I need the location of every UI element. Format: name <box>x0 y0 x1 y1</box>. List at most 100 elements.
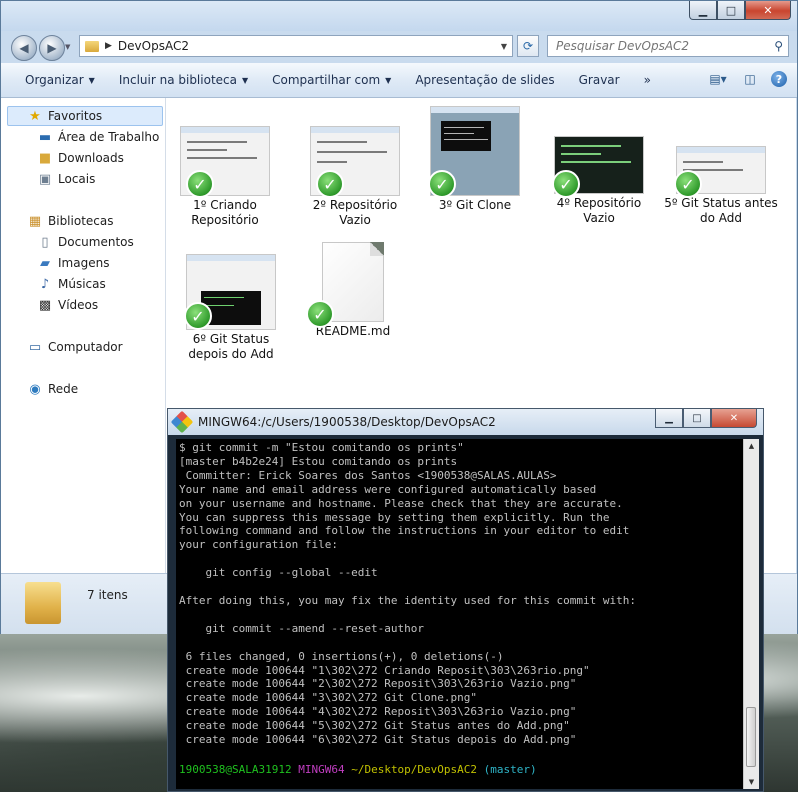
view-controls: ▤▾ ◫ ? <box>707 69 787 89</box>
chevron-down-icon: ▼ <box>241 75 249 85</box>
nav-label: Imagens <box>58 256 110 270</box>
nav-item-libraries[interactable]: ▦ Bibliotecas <box>27 211 114 231</box>
navigation-bar: ◀ ▶ ▼ ▶ DevOpsAC2 ▼ ⟳ ⚲ <box>1 31 797 63</box>
share-menu[interactable]: Compartilhar com ▼ <box>260 73 403 87</box>
terminal-close-button[interactable]: ✕ <box>711 409 757 428</box>
forward-button[interactable]: ▶ <box>39 35 65 61</box>
navigation-pane: ★ Favoritos ▬ Área de Trabalho ■ Downloads … <box>1 98 166 573</box>
chevron-down-icon: ▼ <box>385 75 392 85</box>
file-name: 4º Repositório Vazio <box>556 196 642 225</box>
libraries-icon: ▦ <box>28 213 42 229</box>
desktop-icon: ▬ <box>38 129 52 145</box>
images-icon: ▰ <box>40 255 50 271</box>
change-view-icon[interactable]: ▤▾ <box>707 69 729 89</box>
sync-check-icon: ✓ <box>552 170 580 198</box>
help-icon[interactable]: ? <box>771 71 787 87</box>
include-library-label: Incluir na biblioteca <box>118 73 237 87</box>
address-bar[interactable]: ▶ DevOpsAC2 ▼ <box>79 35 513 57</box>
terminal-scrollbar[interactable]: ▲ ▼ <box>743 439 759 789</box>
terminal-title: MINGW64:/c/Users/1900538/Desktop/DevOpsA… <box>198 415 496 429</box>
scrollbar-thumb[interactable] <box>746 707 756 767</box>
organize-label: Organizar <box>25 73 84 87</box>
prompt-path: ~/Desktop/DevOpsAC2 <box>351 763 478 776</box>
nav-item-desktop[interactable]: ▬ Área de Trabalho <box>37 127 160 147</box>
sync-check-icon: ✓ <box>428 170 456 198</box>
back-arrow-icon: ◀ <box>19 41 29 55</box>
refresh-icon: ⟳ <box>522 39 534 53</box>
network-icon: ◉ <box>29 381 41 397</box>
prompt-system: MINGW64 <box>298 763 345 776</box>
star-icon: ★ <box>29 108 41 124</box>
more-commands-button[interactable]: » <box>632 73 663 87</box>
organize-menu[interactable]: Organizar ▼ <box>1 73 107 87</box>
file-item[interactable]: 4º Repositório Vazio ✓ <box>540 136 658 226</box>
nav-item-images[interactable]: ▰ Imagens <box>37 253 109 273</box>
share-label: Compartilhar com <box>272 73 381 87</box>
mingw-app-icon[interactable] <box>170 410 194 434</box>
nav-item-documents[interactable]: ▯ Documentos <box>37 232 134 252</box>
minimize-button[interactable]: ▁ <box>689 1 717 20</box>
recent-pages-chevron-icon[interactable]: ▼ <box>65 43 70 51</box>
nav-item-downloads[interactable]: ■ Downloads <box>37 148 124 168</box>
terminal-window: MINGW64:/c/Users/1900538/Desktop/DevOpsA… <box>167 408 764 792</box>
documents-icon: ▯ <box>41 234 49 250</box>
music-icon: ♪ <box>40 276 50 292</box>
nav-label: Favoritos <box>48 109 103 123</box>
address-dropdown-icon[interactable]: ▼ <box>496 36 512 56</box>
prompt-branch: (master) <box>483 763 537 776</box>
terminal-minimize-button[interactable]: ▁ <box>655 409 683 428</box>
nav-item-music[interactable]: ♪ Músicas <box>37 274 106 294</box>
file-item[interactable]: README.md ✓ <box>294 242 412 339</box>
explorer-window-controls: ▁ □ ✕ <box>689 1 791 21</box>
scroll-down-icon[interactable]: ▼ <box>744 775 759 789</box>
terminal-output[interactable]: $ git commit -m "Estou comitando os prin… <box>176 439 744 789</box>
search-input[interactable] <box>556 39 756 53</box>
maximize-button[interactable]: □ <box>717 1 745 20</box>
forward-arrow-icon: ▶ <box>47 41 57 55</box>
nav-label: Área de Trabalho <box>58 130 160 144</box>
back-button[interactable]: ◀ <box>11 35 37 61</box>
nav-label: Computador <box>48 340 123 354</box>
prompt-user: 1900538@SALA31912 <box>179 763 292 776</box>
scroll-up-icon[interactable]: ▲ <box>744 439 759 453</box>
explorer-titlebar: ▁ □ ✕ <box>1 1 797 31</box>
close-button[interactable]: ✕ <box>745 1 791 20</box>
terminal-maximize-button[interactable]: □ <box>683 409 711 428</box>
slideshow-button[interactable]: Apresentação de slides <box>403 73 566 87</box>
recent-places-icon: ▣ <box>38 171 52 187</box>
burn-button[interactable]: Gravar <box>567 73 632 87</box>
nav-item-computer[interactable]: ▭ Computador <box>27 337 123 357</box>
terminal-text: $ git commit -m "Estou comitando os prin… <box>179 441 636 747</box>
file-item[interactable]: 5º Git Status antes do Add ✓ <box>662 146 780 226</box>
refresh-button[interactable]: ⟳ <box>517 35 539 57</box>
sync-check-icon: ✓ <box>186 170 214 198</box>
nav-label: Rede <box>48 382 79 396</box>
file-name: 5º Git Status antes do Add <box>664 196 778 225</box>
file-name: 1º Criando Repositório <box>191 198 259 227</box>
file-item[interactable]: 1º Criando Repositório ✓ <box>166 126 284 228</box>
breadcrumb-arrow-icon[interactable]: ▶ <box>105 41 112 51</box>
videos-icon: ▩ <box>38 297 52 313</box>
item-count: 7 itens <box>87 588 128 602</box>
file-item[interactable]: 6º Git Status depois do Add ✓ <box>172 254 290 362</box>
computer-icon: ▭ <box>28 339 42 355</box>
folder-icon <box>85 40 99 52</box>
nav-label: Downloads <box>58 151 124 165</box>
sync-check-icon: ✓ <box>306 300 334 328</box>
nav-item-network[interactable]: ◉ Rede <box>27 379 78 399</box>
breadcrumb-folder[interactable]: DevOpsAC2 <box>118 39 189 53</box>
nav-label: Documentos <box>58 235 134 249</box>
nav-label: Vídeos <box>58 298 99 312</box>
search-box[interactable]: ⚲ <box>547 35 789 57</box>
nav-item-places[interactable]: ▣ Locais <box>37 169 96 189</box>
search-icon[interactable]: ⚲ <box>774 39 783 53</box>
sync-check-icon: ✓ <box>674 170 702 198</box>
preview-pane-icon[interactable]: ◫ <box>739 69 761 89</box>
nav-item-videos[interactable]: ▩ Vídeos <box>37 295 98 315</box>
terminal-titlebar[interactable]: MINGW64:/c/Users/1900538/Desktop/DevOpsA… <box>168 409 763 435</box>
file-item[interactable]: 2º Repositório Vazio ✓ <box>296 126 414 228</box>
nav-item-favorites[interactable]: ★ Favoritos <box>27 106 102 126</box>
sync-check-icon: ✓ <box>316 170 344 198</box>
include-library-menu[interactable]: Incluir na biblioteca ▼ <box>107 73 260 87</box>
file-item[interactable]: 3º Git Clone ✓ <box>416 106 534 213</box>
